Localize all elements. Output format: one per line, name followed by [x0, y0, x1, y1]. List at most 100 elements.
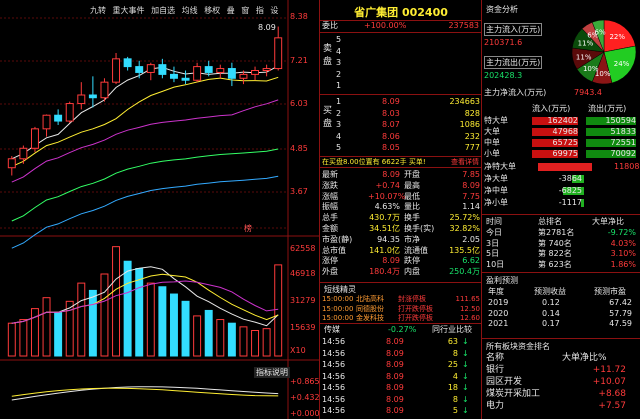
flow-in-value: 47968: [552, 127, 578, 136]
candle[interactable]: [146, 64, 155, 73]
stat-label: 最高: [404, 180, 420, 190]
sector-row[interactable]: 银行 +11.72: [482, 365, 640, 375]
volume: 232: [464, 131, 480, 141]
candle[interactable]: [7, 158, 16, 169]
bid-row[interactable]: 3 8.07 1086: [320, 120, 482, 130]
candle[interactable]: [204, 66, 213, 73]
candle[interactable]: [262, 68, 271, 72]
bid-row[interactable]: 4 8.06 232: [320, 132, 482, 142]
volume-bar: [216, 319, 225, 357]
level: 4: [336, 131, 342, 141]
tab-peer-compare[interactable]: 同行业比较: [432, 325, 472, 335]
price-tick: 4.85: [290, 144, 308, 153]
net-row: 净大单 -3864: [482, 174, 640, 184]
ask-row[interactable]: 1: [320, 81, 482, 91]
pie-label: 24%: [614, 60, 630, 68]
volume-bar: [112, 246, 121, 357]
stat-label: 最新: [322, 170, 338, 179]
volume-bar: [193, 315, 202, 357]
rank-percent: 4.03%: [610, 238, 636, 248]
bid-row[interactable]: 2 8.03 828: [320, 109, 482, 119]
candle[interactable]: [216, 68, 225, 73]
candle[interactable]: [77, 94, 86, 105]
candle[interactable]: [19, 147, 28, 160]
news-time: 15:00:00: [322, 314, 354, 322]
bid-row[interactable]: 5 8.05 777: [320, 143, 482, 153]
volume: 828: [464, 108, 480, 118]
candle[interactable]: [169, 73, 178, 79]
outflow-value: 202428.3: [484, 71, 523, 80]
candle[interactable]: [54, 114, 63, 122]
rank-period: 5日: [486, 249, 500, 258]
candle[interactable]: [65, 103, 74, 122]
candle[interactable]: [181, 77, 190, 81]
candle[interactable]: [251, 70, 260, 75]
news-panel: 短线精灵 15:00:00 北陆高科 封涨停板 111.65 15:00:00 同德股份打…: [320, 282, 482, 322]
flow-row: 中单 65725 72551: [482, 138, 640, 148]
stat-row: 涨停 8.09 跌停 6.62: [320, 256, 482, 266]
tick-row: 14:56 8.09 5 ↓: [320, 406, 482, 416]
sector-row[interactable]: 园区开发 +10.07: [482, 377, 640, 387]
indicator-help[interactable]: 指标说明: [254, 367, 290, 378]
candle[interactable]: [227, 68, 236, 79]
candle[interactable]: [193, 66, 202, 81]
pie-label: 11%: [578, 40, 594, 48]
ask-row[interactable]: 4: [320, 47, 482, 57]
net-value: -3864: [558, 174, 582, 183]
order-details-link[interactable]: 查看详情: [451, 157, 479, 167]
flow-name: 中单: [484, 138, 500, 147]
stat-value: 8.09: [382, 256, 400, 266]
volume-bar: [181, 300, 190, 357]
rank-row: 今日 第2781名 -9.72%: [482, 228, 640, 238]
net-row: 净小单 -1117: [482, 198, 640, 208]
weibi-label: 委比: [322, 21, 338, 30]
level: 1: [336, 97, 342, 106]
candle[interactable]: [135, 66, 144, 73]
candlestick-chart[interactable]: [0, 0, 320, 419]
tick-row: 14:56 8.09 4 ↓: [320, 372, 482, 382]
tick-volume: 18: [447, 383, 458, 392]
badge-bang[interactable]: 榜: [244, 223, 252, 234]
tab-sector[interactable]: 传媒: [324, 325, 340, 335]
stock-header: 省广集团 002400: [320, 4, 482, 19]
ask-row[interactable]: 2: [320, 70, 482, 80]
sector-row[interactable]: 煤炭开采加工 +8.68: [482, 389, 640, 399]
candle[interactable]: [100, 81, 109, 99]
sector-h-ratio: 大单净比%: [562, 353, 607, 363]
candle[interactable]: [42, 114, 51, 130]
fc-year: 2021: [488, 319, 509, 328]
outflow-label: 主力流出(万元): [484, 56, 543, 69]
stat-label: 涨幅: [322, 191, 338, 201]
candle[interactable]: [274, 37, 283, 70]
down-arrow-icon: ↓: [462, 371, 469, 381]
news-item[interactable]: 15:00:00 金发科技 打开跌停板 12.60: [320, 313, 482, 323]
sector-title[interactable]: 所有板块资金排名: [486, 341, 550, 352]
sector-value: +7.57: [598, 401, 626, 411]
forecast-title[interactable]: 盈利预测: [486, 275, 518, 286]
volume-bar: [100, 273, 109, 357]
tick-row: 14:56 8.09 63 ↓: [320, 337, 482, 347]
flow-in-value: 162402: [547, 116, 578, 125]
stat-label: 总市值: [322, 245, 346, 255]
candle[interactable]: [158, 64, 167, 75]
ask-row[interactable]: 3: [320, 58, 482, 68]
news-stock: 同德股份: [356, 304, 384, 313]
candle[interactable]: [112, 58, 121, 83]
candle[interactable]: [88, 94, 97, 99]
fund-title[interactable]: 资金分析: [486, 4, 518, 15]
stat-value: +10.07%: [368, 191, 406, 201]
bid-book: 买盘 1 8.09 234663 2 8.03 828 3 8.07 1086 4 8.06 232 5…: [320, 94, 482, 154]
ask-row[interactable]: 5: [320, 35, 482, 45]
news-item[interactable]: 15:00:00 北陆高科 封涨停板 111.65: [320, 294, 482, 304]
candle[interactable]: [123, 58, 132, 68]
stat-label: 换手(实): [404, 224, 435, 233]
flow-name: 小单: [484, 149, 500, 158]
bid-row[interactable]: 1 8.09 234663: [320, 97, 482, 107]
candle[interactable]: [30, 128, 39, 149]
ind-tick: +0.432: [290, 393, 320, 402]
candle[interactable]: [239, 73, 248, 79]
volume-bar: [42, 297, 51, 357]
sector-row[interactable]: 电力 +7.57: [482, 401, 640, 411]
news-item[interactable]: 15:00:00 同德股份 打开跌停板 12.50: [320, 304, 482, 314]
fc-year: 2020: [488, 308, 509, 318]
